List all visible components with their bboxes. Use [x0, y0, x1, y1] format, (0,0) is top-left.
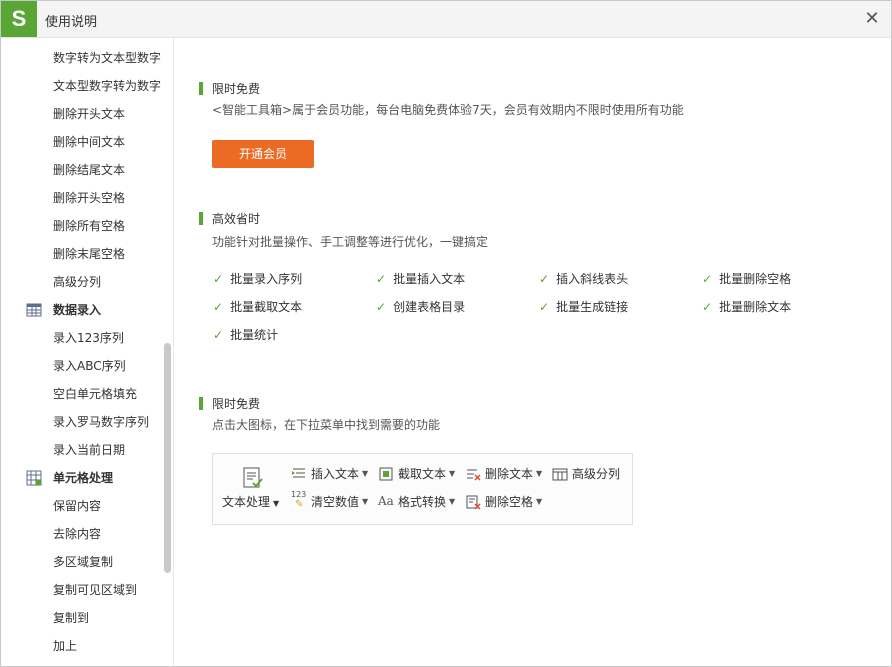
sidebar-item[interactable]: 去除内容: [53, 520, 101, 548]
extract-icon: [379, 467, 393, 480]
feature-item: ✓ 插入斜线表头: [539, 272, 629, 286]
feature-item: ✓ 批量删除文本: [702, 300, 792, 314]
sidebar-item[interactable]: 多区域复制: [53, 548, 113, 576]
section-description: <智能工具箱>属于会员功能，每台电脑免费体验7天，会员有效期内不限时使用所有功能: [212, 103, 684, 117]
sidebar-group-data-entry[interactable]: 数据录入: [1, 296, 166, 324]
section-title: 限时免费: [212, 397, 261, 411]
check-icon: ✓: [213, 272, 224, 286]
section-title: 限时免费: [212, 82, 261, 96]
title-bar: S 使用说明 ✕: [1, 1, 891, 38]
sidebar-item[interactable]: 删除开头空格: [53, 184, 125, 212]
check-icon: ✓: [213, 328, 224, 342]
open-membership-button[interactable]: 开通会员: [212, 140, 314, 168]
font-format-icon: Aa: [378, 493, 394, 508]
sidebar-item[interactable]: 录入123序列: [53, 324, 124, 352]
sidebar-item[interactable]: 加上: [53, 632, 77, 660]
delete-spaces-button[interactable]: 删除空格 ▼: [465, 493, 542, 510]
section-marker: [199, 397, 203, 410]
extract-text-button[interactable]: 截取文本 ▼: [378, 465, 455, 482]
sidebar-item[interactable]: 录入罗马数字序列: [53, 408, 149, 436]
sidebar-group-cell-processing[interactable]: 单元格处理: [1, 464, 166, 492]
insert-text-button[interactable]: 插入文本 ▼: [291, 465, 368, 482]
feature-item: ✓ 批量生成链接: [539, 300, 629, 314]
document-check-icon: [243, 467, 263, 488]
sidebar-scrollbar[interactable]: [164, 343, 171, 573]
delete-text-button[interactable]: 删除文本 ▼: [465, 465, 542, 482]
cell-grid-icon: [26, 470, 42, 486]
feature-item: ✓ 批量统计: [213, 328, 279, 342]
feature-item: ✓ 创建表格目录: [376, 300, 466, 314]
sidebar-item[interactable]: 删除所有空格: [53, 212, 125, 240]
big-button-label: 文本处理: [222, 495, 271, 509]
sidebar-item[interactable]: 删除开头文本: [53, 100, 125, 128]
feature-item: ✓ 批量删除空格: [702, 272, 792, 286]
split-columns-icon: [552, 468, 568, 480]
sidebar-item[interactable]: 空白单元格填充: [53, 380, 137, 408]
check-icon: ✓: [539, 272, 550, 286]
feature-item: ✓ 批量录入序列: [213, 272, 303, 286]
sidebar-item[interactable]: 删除结尾文本: [53, 156, 125, 184]
text-processing-button[interactable]: 文本处理 ▼: [219, 464, 281, 519]
close-icon[interactable]: ✕: [863, 8, 881, 29]
check-icon: ✓: [376, 272, 387, 286]
sidebar-item[interactable]: 复制可见区域到: [53, 576, 137, 604]
sidebar-group-label: 单元格处理: [53, 471, 114, 485]
delete-text-icon: [467, 469, 481, 481]
format-convert-button[interactable]: Aa 格式转换 ▼: [378, 493, 455, 510]
feature-item: ✓ 批量插入文本: [376, 272, 466, 286]
sidebar-item[interactable]: 保留内容: [53, 492, 101, 520]
sidebar-item[interactable]: 录入ABC序列: [53, 352, 126, 380]
check-icon: ✓: [702, 300, 713, 314]
check-icon: ✓: [213, 300, 224, 314]
sidebar-item[interactable]: 录入当前日期: [53, 436, 125, 464]
section-marker: [199, 82, 203, 95]
calendar-grid-icon: [26, 303, 42, 317]
toolbar-preview: 文本处理 ▼ 插入文本 ▼ 截取文本 ▼ 删除文本 ▼ 高级分列 123 ✎ 清…: [212, 453, 633, 525]
advanced-split-button[interactable]: 高级分列: [552, 465, 620, 482]
section-description: 功能针对批量操作、手工调整等进行优化，一键搞定: [212, 235, 489, 249]
main-content: 限时免费 <智能工具箱>属于会员功能，每台电脑免费体验7天，会员有效期内不限时使…: [173, 38, 891, 666]
sidebar-item[interactable]: 数字转为文本型数字: [53, 44, 161, 72]
app-logo: S: [1, 1, 37, 37]
sidebar-item[interactable]: 删除中间文本: [53, 128, 125, 156]
dialog-window: S 使用说明 ✕ 数字转为文本型数字 文本型数字转为数字 删除开头文本 删除中间…: [0, 0, 892, 667]
sidebar-group-label: 数据录入: [53, 303, 102, 317]
section-title: 高效省时: [212, 212, 261, 226]
feature-item: ✓ 批量截取文本: [213, 300, 303, 314]
section-description: 点击大图标，在下拉菜单中找到需要的功能: [212, 418, 441, 432]
clear-values-button[interactable]: 123 ✎ 清空数值 ▼: [291, 489, 368, 510]
sidebar-item[interactable]: 文本型数字转为数字: [53, 72, 161, 100]
check-icon: ✓: [702, 272, 713, 286]
insert-lines-icon: [292, 468, 305, 477]
check-icon: ✓: [539, 300, 550, 314]
section-marker: [199, 212, 203, 225]
sidebar-item[interactable]: 高级分列: [53, 268, 101, 296]
check-icon: ✓: [376, 300, 387, 314]
sidebar-item[interactable]: 删除末尾空格: [53, 240, 125, 268]
window-title: 使用说明: [45, 15, 98, 30]
sidebar: 数字转为文本型数字 文本型数字转为数字 删除开头文本 删除中间文本 删除结尾文本…: [1, 38, 174, 666]
clear-number-icon: 123 ✎: [291, 489, 307, 510]
sidebar-item[interactable]: 复制到: [53, 604, 89, 632]
delete-space-icon: [466, 495, 481, 510]
